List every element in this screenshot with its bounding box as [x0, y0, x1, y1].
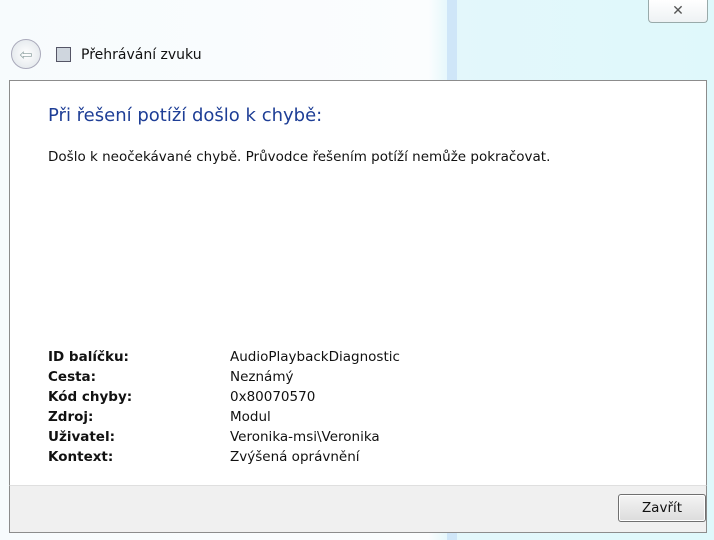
- detail-row: Kód chyby: 0x80070570: [48, 387, 400, 407]
- detail-row: Uživatel: Veronika-msi\Veronika: [48, 427, 400, 447]
- detail-label: Uživatel:: [48, 429, 115, 445]
- detail-label: Zdroj:: [48, 409, 94, 425]
- footer-bar: Zavřít: [9, 485, 707, 533]
- detail-row: Kontext: Zvýšená oprávnění: [48, 447, 400, 467]
- error-heading: Při řešení potíží došlo k chybě:: [48, 105, 323, 126]
- detail-value: 0x80070570: [230, 389, 316, 405]
- detail-value: Zvýšená oprávnění: [230, 449, 360, 465]
- detail-value: AudioPlaybackDiagnostic: [230, 349, 400, 365]
- troubleshooter-icon: [56, 47, 71, 62]
- content-panel: Při řešení potíží došlo k chybě: Došlo k…: [9, 80, 707, 486]
- back-button[interactable]: ⇦: [11, 39, 41, 69]
- window-title: Přehrávání zvuku: [81, 47, 202, 63]
- detail-row: ID balíčku: AudioPlaybackDiagnostic: [48, 347, 400, 367]
- error-details: ID balíčku: AudioPlaybackDiagnostic Cesta…: [48, 347, 400, 467]
- detail-label: Kód chyby:: [48, 389, 133, 405]
- close-window-button[interactable]: ✕: [648, 0, 708, 23]
- error-message: Došlo k neočekávané chybě. Průvodce řeše…: [48, 149, 551, 165]
- detail-label: Cesta:: [48, 369, 97, 385]
- detail-value: Modul: [230, 409, 271, 425]
- back-arrow-icon: ⇦: [19, 44, 33, 64]
- detail-label: ID balíčku:: [48, 349, 129, 365]
- detail-value: Veronika-msi\Veronika: [230, 429, 380, 445]
- detail-label: Kontext:: [48, 449, 114, 465]
- detail-row: Cesta: Neznámý: [48, 367, 400, 387]
- detail-value: Neznámý: [230, 369, 294, 385]
- detail-row: Zdroj: Modul: [48, 407, 400, 427]
- close-button[interactable]: Zavřít: [618, 494, 706, 522]
- close-icon: ✕: [672, 3, 684, 19]
